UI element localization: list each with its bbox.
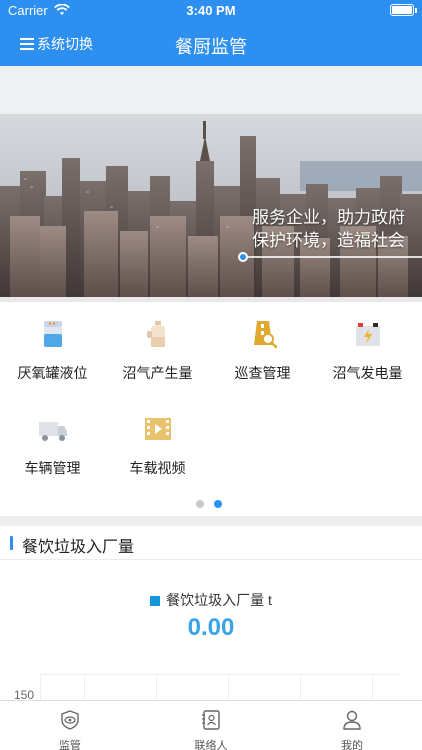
- chart-total-value: 0.00: [187, 614, 235, 641]
- legend-label: 餐饮垃圾入厂量 t: [166, 592, 272, 608]
- inspection-icon: [253, 321, 277, 349]
- grid-item-label: 厌氧罐液位: [17, 365, 88, 381]
- chart-gridline: [40, 674, 400, 675]
- tab-contacts[interactable]: 联络人: [141, 701, 281, 750]
- grid-item-vehicles[interactable]: 车辆管理: [0, 414, 105, 478]
- nav-bar: 系统切换 餐厨监管: [0, 22, 422, 66]
- tab-supervision[interactable]: 监管: [0, 701, 140, 750]
- contact-card-icon: [202, 710, 220, 730]
- banner-slogan-line1: 服务企业，助力政府: [252, 208, 405, 227]
- page-dot[interactable]: [196, 500, 204, 508]
- tab-label: 我的: [341, 740, 363, 750]
- grid-item-label: 沼气产生量: [122, 365, 193, 381]
- grid-item-label: 沼气发电量: [332, 365, 403, 381]
- grid-item-label: 巡查管理: [234, 365, 291, 381]
- page-dot-active[interactable]: [214, 500, 222, 508]
- truck-icon: [38, 422, 67, 441]
- battery-power-icon: [355, 323, 380, 346]
- video-icon: [144, 418, 171, 440]
- banner-slogan-line2: 保护环境，造福社会: [252, 231, 405, 250]
- banner-decor-dot: [238, 252, 248, 262]
- grid-item-inspection[interactable]: 巡查管理: [210, 319, 315, 383]
- section-divider: [0, 516, 422, 526]
- grid-item-tank-level[interactable]: 厌氧罐液位: [0, 319, 105, 383]
- grid-item-biogas-production[interactable]: 沼气产生量: [105, 319, 210, 383]
- tab-mine[interactable]: 我的: [282, 701, 422, 750]
- chart-gridline-v: [40, 674, 41, 702]
- grid-item-vehicle-video[interactable]: 车载视频: [105, 414, 210, 478]
- banner-slogan: 服务企业，助力政府 保护环境，造福社会: [252, 206, 405, 252]
- section-title: 餐饮垃圾入厂量: [22, 539, 135, 556]
- page-title: 餐厨监管: [175, 37, 247, 57]
- shield-eye-icon: [61, 710, 79, 730]
- chart-gridline-v: [84, 674, 85, 702]
- tab-bar: 监管 联络人 我的: [0, 700, 422, 750]
- chart-area: 150: [0, 668, 422, 702]
- section-header: 餐饮垃圾入厂量: [0, 526, 422, 560]
- status-bar: Carrier 3:40 PM: [0, 0, 422, 22]
- status-time: 3:40 PM: [186, 3, 236, 18]
- battery-icon: [390, 4, 417, 16]
- chart-legend[interactable]: 餐饮垃圾入厂量 t: [0, 590, 422, 610]
- chart-gridline-v: [372, 674, 373, 702]
- section-accent-bar: [10, 536, 13, 550]
- function-grid: 厌氧罐液位 沼气产生量 巡查管理 沼气发电量 车辆管理 车载视频: [0, 302, 422, 512]
- gas-bottle-icon: [146, 321, 165, 347]
- grid-item-biogas-power[interactable]: 沼气发电量: [315, 319, 420, 383]
- grid-item-label: 车载视频: [129, 460, 186, 476]
- chart-gridline-v: [300, 674, 301, 702]
- legend-swatch: [150, 596, 161, 606]
- tab-label: 监管: [59, 740, 81, 750]
- user-icon: [343, 710, 361, 730]
- page-indicator[interactable]: [196, 500, 222, 508]
- tab-label: 联络人: [194, 740, 228, 750]
- banner-decor-line: [243, 256, 422, 258]
- city-skyline-image: [0, 66, 422, 302]
- grid-item-label: 车辆管理: [24, 460, 81, 476]
- tank-icon: [43, 321, 62, 347]
- chart-gridline-v: [156, 674, 157, 702]
- banner[interactable]: 服务企业，助力政府 保护环境，造福社会: [0, 66, 422, 302]
- chart-gridline-v: [228, 674, 229, 702]
